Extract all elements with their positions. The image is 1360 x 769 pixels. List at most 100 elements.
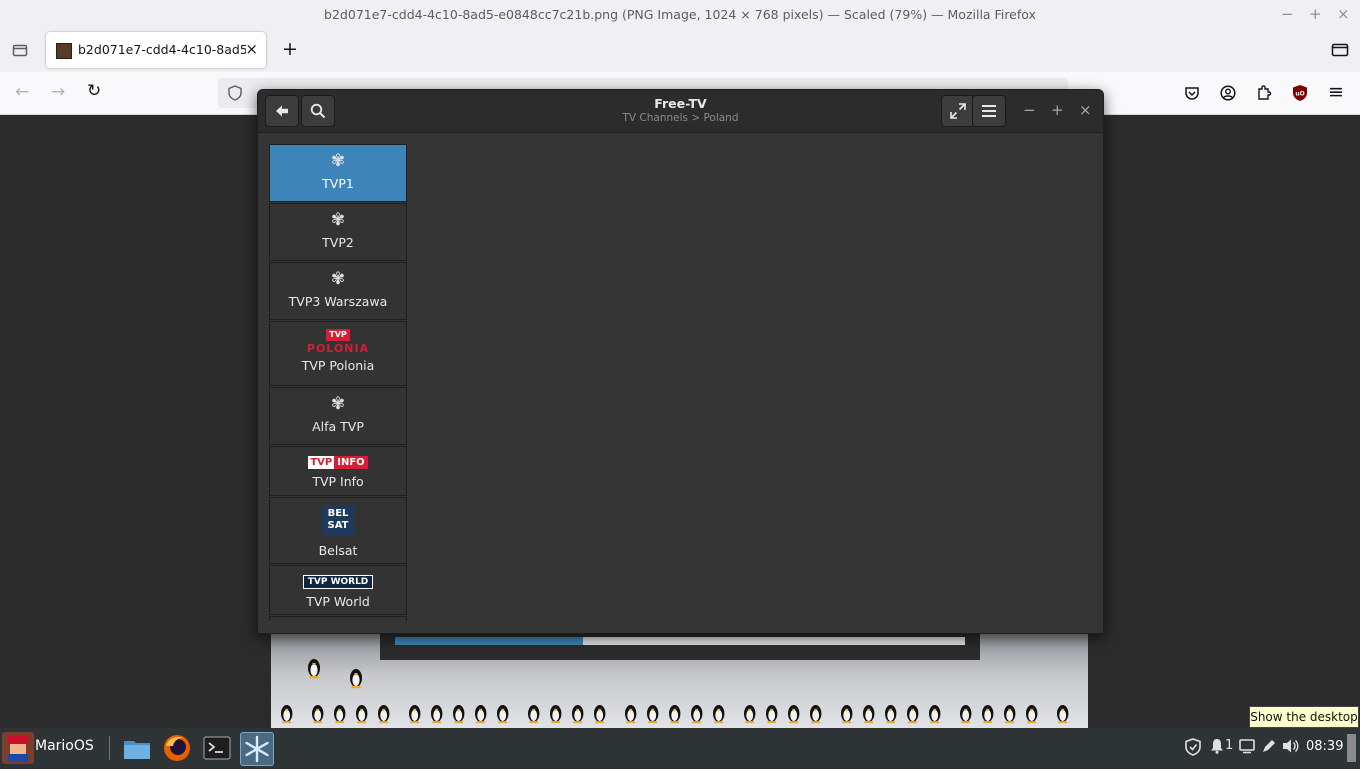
forward-button[interactable]: →: [51, 82, 65, 102]
hamburger-icon: [982, 105, 996, 117]
tab-close-icon[interactable]: ×: [245, 40, 258, 58]
channel-item-tvp-polonia[interactable]: TVP POLONIA TVP Polonia: [269, 321, 407, 386]
channel-name: TVP2: [322, 235, 354, 250]
channel-item-tvp1[interactable]: ✾ TVP1: [269, 144, 407, 202]
penguin: [594, 704, 606, 724]
tvp-polonia-logo: TVP POLONIA: [306, 329, 370, 355]
penguin: [475, 704, 487, 724]
new-tab-button[interactable]: +: [282, 38, 298, 60]
notifications-icon[interactable]: [1210, 738, 1224, 754]
channel-item-tvp-info[interactable]: TVP INFO TVP Info: [269, 446, 407, 496]
app-maximize-button[interactable]: +: [1051, 101, 1064, 119]
penguin: [1026, 704, 1038, 724]
channel-item-tvp2[interactable]: ✾ TVP2: [269, 203, 407, 261]
penguin: [334, 704, 346, 724]
penguin: [691, 704, 703, 724]
channel-name: TVP Info: [312, 474, 364, 489]
folder-icon: [124, 741, 150, 759]
extensions-icon[interactable]: [1256, 84, 1272, 102]
ublock-origin-icon[interactable]: uO: [1292, 84, 1308, 102]
account-icon[interactable]: [1220, 85, 1236, 101]
start-menu-button[interactable]: [2, 732, 34, 764]
pinwheel-icon: ✾: [330, 151, 346, 171]
svg-text:uO: uO: [1295, 91, 1304, 98]
penguin: [669, 704, 681, 724]
progress-fill: [395, 637, 584, 645]
free-tv-taskbar-button[interactable]: [240, 732, 274, 766]
clock: 08:39: [1306, 739, 1344, 754]
channel-name: Belsat: [318, 543, 358, 558]
app-minimize-button[interactable]: −: [1023, 101, 1036, 119]
expand-icon: [950, 103, 966, 119]
channel-item-tvp3-warszawa[interactable]: ✾ TVP3 Warszawa: [269, 262, 407, 320]
pinwheel-icon: ✾: [330, 269, 346, 289]
browser-close-button[interactable]: ×: [1337, 5, 1350, 23]
penguin: [572, 704, 584, 724]
penguin: [431, 704, 443, 724]
penguin: [863, 704, 875, 724]
taskbar: MarioOS 1 08:39: [0, 728, 1360, 768]
terminal-launcher[interactable]: [201, 732, 233, 764]
penguin: [1057, 704, 1069, 724]
firefox-view-icon[interactable]: [1331, 42, 1349, 58]
channel-item-alfa-tvp[interactable]: ✾ Alfa TVP: [269, 387, 407, 445]
mario-icon: [8, 736, 28, 762]
security-shield-icon[interactable]: [1185, 738, 1201, 756]
app-header-bar: Free-TV TV Channels > Poland − + ×: [258, 90, 1103, 133]
pen-icon[interactable]: [1261, 738, 1277, 754]
penguin: [312, 704, 324, 724]
penguin: [356, 704, 368, 724]
app-menu-button[interactable]: [972, 95, 1006, 127]
taskbar-os-label: MarioOS: [35, 738, 94, 754]
taskbar-separator: [109, 736, 110, 760]
channel-item-tvp-world[interactable]: TVP WORLD TVP World: [269, 565, 407, 615]
reload-button[interactable]: ↻: [87, 81, 101, 101]
penguin: [907, 704, 919, 724]
channel-name: TVP Polonia: [301, 358, 375, 373]
display-icon[interactable]: [1239, 738, 1255, 754]
penguin: [528, 704, 540, 724]
app-close-button[interactable]: ×: [1079, 101, 1092, 119]
browser-maximize-button[interactable]: +: [1309, 5, 1322, 23]
penguin: [497, 704, 509, 724]
penguin: [625, 704, 637, 724]
tab-strip: b2d071e7-cdd4-4c10-8ad5-e × +: [0, 28, 1360, 72]
pinwheel-icon: ✾: [330, 394, 346, 414]
channel-name: Alfa TVP: [312, 419, 364, 434]
channel-name: TVP World: [306, 594, 370, 609]
file-manager-launcher[interactable]: [121, 732, 153, 764]
penguin: [841, 704, 853, 724]
tab-favicon-icon: [56, 43, 72, 59]
browser-minimize-button[interactable]: −: [1281, 5, 1294, 23]
channel-item-belsat[interactable]: BEL SAT Belsat: [269, 497, 407, 564]
channel-item-partial[interactable]: [269, 616, 407, 621]
back-button[interactable]: ←: [15, 82, 29, 102]
snowflake-icon: [245, 735, 269, 763]
tvp-info-logo: TVP INFO: [270, 447, 406, 469]
penguin: [744, 704, 756, 724]
penguin: [453, 704, 465, 724]
volume-icon[interactable]: [1282, 738, 1300, 754]
penguin: [409, 704, 421, 724]
tab-list-icon[interactable]: [12, 42, 28, 58]
penguin: [647, 704, 659, 724]
belsat-logo: BEL SAT: [322, 505, 354, 535]
show-desktop-button[interactable]: [1347, 734, 1356, 762]
penguin: [1004, 704, 1016, 724]
penguin: [885, 704, 897, 724]
channel-list: ✾ TVP1 ✾ TVP2 ✾ TVP3 Warszawa TVP POLONI…: [269, 144, 407, 621]
penguin: [713, 704, 725, 724]
penguin: [788, 704, 800, 724]
channel-name: TVP3 Warszawa: [288, 294, 388, 309]
penguin: [378, 704, 390, 724]
firefox-launcher[interactable]: [161, 732, 193, 764]
browser-menu-button[interactable]: ≡: [1328, 81, 1344, 103]
shield-icon[interactable]: [228, 85, 242, 101]
terminal-icon: [203, 736, 231, 760]
show-desktop-tooltip: Show the desktop: [1249, 706, 1359, 728]
browser-tab[interactable]: b2d071e7-cdd4-4c10-8ad5-e ×: [46, 32, 266, 68]
fullscreen-button[interactable]: [941, 95, 975, 127]
tvp-world-logo: TVP WORLD: [270, 566, 406, 589]
free-tv-window: Free-TV TV Channels > Poland − + × ✾ TVP…: [257, 89, 1104, 634]
pocket-icon[interactable]: [1184, 85, 1200, 101]
